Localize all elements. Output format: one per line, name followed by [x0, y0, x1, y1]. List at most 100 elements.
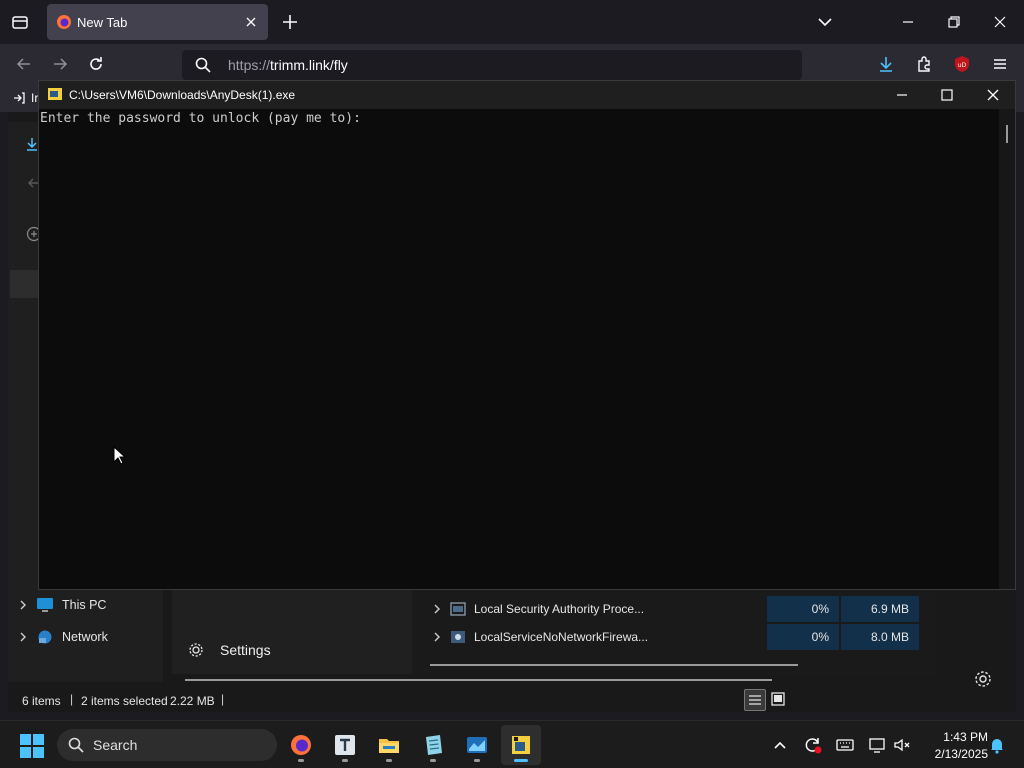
status-bar: 6 items | 2 items selected 2.22 MB |: [8, 688, 794, 712]
python-console-icon: [48, 88, 62, 100]
close-icon[interactable]: [983, 85, 1003, 105]
tiles-view-icon: [771, 692, 785, 706]
running-indicator: [298, 759, 304, 762]
ublock-origin-icon[interactable]: uD: [952, 54, 972, 74]
console-output[interactable]: Enter the password to unlock (pay me to)…: [39, 109, 999, 589]
chevron-up-icon[interactable]: [772, 737, 788, 753]
sidebar-item-network[interactable]: Network: [18, 623, 108, 651]
url-text[interactable]: https://trimm.link/fly: [228, 57, 348, 73]
maximize-icon[interactable]: [937, 85, 957, 105]
process-window-icon: [450, 602, 466, 616]
notepad-icon: [426, 735, 442, 755]
gear-icon[interactable]: [974, 670, 992, 688]
taskbar-app-file-explorer[interactable]: [369, 725, 409, 765]
sidebar-item-label: Network: [62, 630, 108, 644]
horizontal-scrollbar[interactable]: [185, 679, 772, 681]
sidebar-item-this-pc[interactable]: This PC: [18, 591, 106, 619]
minimize-icon[interactable]: [892, 85, 912, 105]
taskbar-app-notepad[interactable]: [413, 725, 453, 765]
console-window[interactable]: C:\Users\VM6\Downloads\AnyDesk(1).exe En…: [38, 80, 1016, 590]
vertical-scrollbar[interactable]: [999, 109, 1015, 589]
windows-logo-icon: [20, 734, 44, 758]
minimize-icon[interactable]: [898, 12, 918, 32]
this-pc-icon: [37, 598, 53, 612]
taskbar-app-python-console[interactable]: [501, 725, 541, 765]
cpu-cell: 0%: [767, 596, 839, 622]
console-title: C:\Users\VM6\Downloads\AnyDesk(1).exe: [69, 88, 296, 102]
new-tab-icon[interactable]: [280, 12, 300, 32]
typora-icon: [335, 735, 355, 755]
update-sync-icon[interactable]: [803, 735, 823, 755]
network-status-icon[interactable]: [867, 735, 887, 755]
close-icon[interactable]: [990, 12, 1010, 32]
tab-title: New Tab: [77, 15, 128, 30]
settings-label: Settings: [220, 642, 271, 658]
process-name: Local Security Authority Proce...: [474, 602, 645, 616]
firefox-tab-icon: [57, 15, 71, 29]
tab-new-tab[interactable]: New Tab: [47, 4, 268, 40]
process-list: Local Security Authority Proce... 0% 6.9…: [412, 590, 936, 674]
chevron-right-icon: [20, 632, 26, 642]
download-icon: [880, 57, 892, 72]
downloads-button[interactable]: [876, 54, 896, 74]
memory-cell: 6.9 MB: [841, 596, 919, 622]
notification-bell-icon[interactable]: [988, 736, 1006, 754]
firefox-icon: [291, 735, 311, 755]
address-bar[interactable]: https://trimm.link/fly: [182, 50, 802, 80]
selected-size: 2.22 MB: [170, 694, 215, 708]
selected-count: 2 items selected: [81, 694, 168, 708]
running-indicator: [342, 759, 348, 762]
service-gear-icon: [451, 631, 465, 643]
settings-item[interactable]: Settings: [188, 642, 271, 658]
forward-icon[interactable]: [50, 54, 70, 74]
reload-icon[interactable]: [86, 54, 106, 74]
chevron-right-icon[interactable]: [432, 632, 442, 642]
keyboard-icon[interactable]: [835, 735, 855, 755]
tiles-view-button[interactable]: [768, 689, 790, 711]
scrollbar-thumb[interactable]: [1006, 125, 1008, 143]
selected-row-highlight: [10, 270, 40, 298]
process-name: LocalServiceNoNetworkFirewa...: [474, 630, 649, 644]
memory-cell: 8.0 MB: [841, 624, 919, 650]
settings-panel: Settings: [172, 590, 772, 681]
running-indicator: [386, 759, 392, 762]
chevron-right-icon[interactable]: [432, 604, 442, 614]
gear-icon: [189, 643, 203, 657]
clock-time: 1:43 PM: [943, 730, 988, 744]
mouse-cursor-icon: [113, 446, 127, 465]
console-title-bar[interactable]: C:\Users\VM6\Downloads\AnyDesk(1).exe: [39, 81, 1015, 109]
python-console-icon: [512, 736, 530, 754]
tab-list-icon: [12, 16, 28, 29]
back-icon[interactable]: [14, 54, 34, 74]
taskbar-app-firefox[interactable]: [281, 725, 321, 765]
svg-text:uD: uD: [958, 62, 967, 69]
clock-date: 2/13/2025: [934, 747, 988, 761]
search-icon: [68, 737, 84, 753]
network-icon: [38, 630, 52, 644]
file-explorer-icon: [379, 739, 399, 753]
url-host-path: trimm.link/fly: [270, 57, 348, 73]
cpu-cell: 0%: [767, 624, 839, 650]
details-view-button[interactable]: [744, 689, 766, 711]
extensions-icon[interactable]: [914, 54, 934, 74]
import-bookmarks-icon[interactable]: [12, 91, 26, 105]
search-label: Search: [93, 737, 138, 753]
app-menu-icon[interactable]: [990, 54, 1010, 74]
search-icon: [195, 57, 211, 73]
taskbar-app-typora[interactable]: [325, 725, 365, 765]
volume-muted-icon[interactable]: [892, 735, 912, 755]
taskbar-search[interactable]: Search: [57, 729, 277, 761]
item-count: 6 items: [22, 694, 61, 708]
horizontal-scrollbar[interactable]: [430, 664, 798, 666]
running-indicator: [514, 759, 528, 762]
close-tab-icon[interactable]: [242, 13, 260, 31]
start-button[interactable]: [20, 734, 44, 758]
tab-list-button[interactable]: [10, 12, 30, 32]
url-scheme: https://: [228, 57, 271, 73]
taskbar-app-task-manager[interactable]: [457, 725, 497, 765]
table-row[interactable]: LocalServiceNoNetworkFirewa...: [432, 624, 648, 650]
restore-icon[interactable]: [944, 12, 964, 32]
chevron-right-icon: [20, 600, 26, 610]
table-row[interactable]: Local Security Authority Proce...: [432, 596, 644, 622]
chevron-down-icon[interactable]: [815, 12, 835, 32]
